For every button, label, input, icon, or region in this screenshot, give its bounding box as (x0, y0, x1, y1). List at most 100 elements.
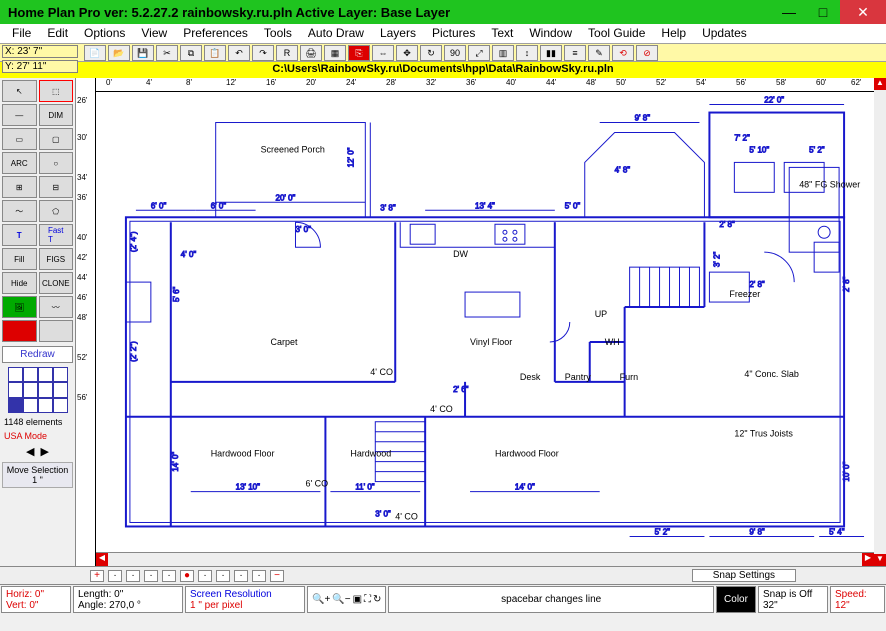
color-button[interactable]: Color (716, 586, 756, 613)
arc-tool[interactable]: ARC (2, 152, 37, 174)
align-icon[interactable]: ↕ (516, 45, 538, 61)
menu-updates[interactable]: Updates (694, 24, 755, 43)
new-icon[interactable]: 📄 (84, 45, 106, 61)
mirror-icon[interactable]: ▥ (492, 45, 514, 61)
rotate-icon[interactable]: ↻ (420, 45, 442, 61)
redo-icon[interactable]: ↷ (252, 45, 274, 61)
undo-icon[interactable]: ↶ (228, 45, 250, 61)
nudge-left-icon[interactable]: ◀ (26, 445, 34, 458)
menu-toolguide[interactable]: Tool Guide (580, 24, 653, 43)
svg-text:5' 10": 5' 10" (749, 145, 769, 154)
copy-icon[interactable]: ⧉ (180, 45, 202, 61)
hide-tool[interactable]: Hide (2, 272, 37, 294)
menu-tools[interactable]: Tools (256, 24, 300, 43)
image-tool[interactable]: 🖼 (2, 296, 37, 318)
menu-autodraw[interactable]: Auto Draw (300, 24, 372, 43)
scroll-down-icon: ▼ (874, 554, 886, 566)
zoom-out-icon[interactable]: 🔍− (332, 594, 350, 605)
menu-pictures[interactable]: Pictures (424, 24, 483, 43)
svg-text:2' 8": 2' 8" (719, 220, 735, 229)
open-icon[interactable]: 📂 (108, 45, 130, 61)
spline-tool[interactable]: 〰 (39, 296, 74, 318)
menu-view[interactable]: View (133, 24, 175, 43)
cut-icon[interactable]: ✂ (156, 45, 178, 61)
flip-icon[interactable]: ⇔ (372, 45, 394, 61)
clone-tool[interactable]: CLONE (39, 272, 74, 294)
h-scrollbar[interactable]: ◀▶ (96, 552, 874, 566)
poly-tool[interactable]: ⬠ (39, 200, 74, 222)
menu-options[interactable]: Options (76, 24, 133, 43)
nudge-right-icon[interactable]: ▶ (41, 445, 49, 458)
nosign-icon[interactable]: ⊘ (636, 45, 658, 61)
undo2-icon[interactable]: ⟲ (612, 45, 634, 61)
snap-dot4[interactable]: · (162, 570, 176, 582)
menu-edit[interactable]: Edit (39, 24, 76, 43)
close-button[interactable]: ✕ (840, 0, 886, 24)
door-tool[interactable]: ⊟ (39, 176, 74, 198)
dim-tool[interactable]: DIM (39, 104, 74, 126)
zoom-window-icon[interactable]: ⛶ (364, 594, 371, 605)
snap-dot1[interactable]: · (108, 570, 122, 582)
anchor-grid[interactable] (8, 367, 68, 413)
svg-text:5' 0": 5' 0" (565, 201, 581, 210)
snap-dot8[interactable]: · (234, 570, 248, 582)
curve-tool[interactable]: 〜 (2, 200, 37, 222)
snap-dot3[interactable]: · (144, 570, 158, 582)
refresh-icon[interactable]: ↻ (373, 594, 381, 605)
snap-dot6[interactable]: · (198, 570, 212, 582)
lines-icon[interactable]: ≡ (564, 45, 586, 61)
snap-plus-icon[interactable]: + (90, 570, 104, 582)
color-tool[interactable] (2, 320, 37, 342)
menu-text[interactable]: Text (483, 24, 521, 43)
print-icon[interactable]: 🖨 (300, 45, 322, 61)
paste-icon[interactable]: 📋 (204, 45, 226, 61)
arrow-tool[interactable]: ↖ (2, 80, 37, 102)
scale-icon[interactable]: ⤢ (468, 45, 490, 61)
colors-icon[interactable]: ▮▮ (540, 45, 562, 61)
svg-text:4' CO: 4' CO (395, 511, 418, 521)
delete-icon[interactable]: R (276, 45, 298, 61)
svg-text:20' 0": 20' 0" (276, 193, 296, 202)
save-icon[interactable]: 💾 (132, 45, 154, 61)
svg-text:14' 0": 14' 0" (515, 483, 535, 492)
text-tool[interactable]: T (2, 224, 37, 246)
menu-file[interactable]: File (4, 24, 39, 43)
redraw-button[interactable]: Redraw (2, 346, 73, 363)
zoom-in-icon[interactable]: 🔍+ (312, 594, 330, 605)
layers-icon[interactable]: ▦ (324, 45, 346, 61)
figs-tool[interactable]: FIGS (39, 248, 74, 270)
circle-tool[interactable]: ○ (39, 152, 74, 174)
menu-window[interactable]: Window (521, 24, 580, 43)
snap-settings-button[interactable]: Snap Settings (692, 569, 796, 582)
snap-minus-icon[interactable]: − (270, 570, 284, 582)
minimize-button[interactable]: — (772, 0, 806, 24)
svg-text:(2' 4"): (2' 4") (129, 231, 138, 252)
menu-layers[interactable]: Layers (372, 24, 424, 43)
maximize-button[interactable]: □ (806, 0, 840, 24)
menu-help[interactable]: Help (653, 24, 694, 43)
blank-tool[interactable] (39, 320, 74, 342)
snap-dot9[interactable]: · (252, 570, 266, 582)
fill-tool[interactable]: Fill (2, 248, 37, 270)
move-icon[interactable]: ✥ (396, 45, 418, 61)
move-selection[interactable]: Move Selection 1 " (2, 462, 73, 488)
menu-preferences[interactable]: Preferences (175, 24, 256, 43)
rect2-tool[interactable]: ▢ (39, 128, 74, 150)
v-scrollbar[interactable]: ▲ ▼ (874, 78, 886, 566)
fasttext-tool[interactable]: FastT (39, 224, 74, 246)
snap-icon[interactable]: ✎ (588, 45, 610, 61)
rect-tool[interactable]: ▭ (2, 128, 37, 150)
drawing-canvas[interactable]: 20' 0" 6' 0" 6' 0" 12' 0" 3' 8" 13' 4" 5… (96, 92, 874, 552)
svg-text:Hardwood: Hardwood (350, 449, 391, 459)
line-tool[interactable]: — (2, 104, 37, 126)
snap-dot5[interactable]: ● (180, 570, 194, 582)
snap-dot2[interactable]: · (126, 570, 140, 582)
window-tool[interactable]: ⊞ (2, 176, 37, 198)
select-tool[interactable]: ⬚ (39, 80, 74, 102)
snap-dot7[interactable]: · (216, 570, 230, 582)
svg-text:Screened Porch: Screened Porch (261, 144, 325, 154)
horizontal-ruler: 0' 4' 8' 12' 16' 20' 24' 28' 32' 36' 40'… (96, 78, 874, 92)
exit-icon[interactable]: ⎘ (348, 45, 370, 61)
rotate90-icon[interactable]: 90 (444, 45, 466, 61)
zoom-fit-icon[interactable]: ▣ (353, 594, 362, 605)
